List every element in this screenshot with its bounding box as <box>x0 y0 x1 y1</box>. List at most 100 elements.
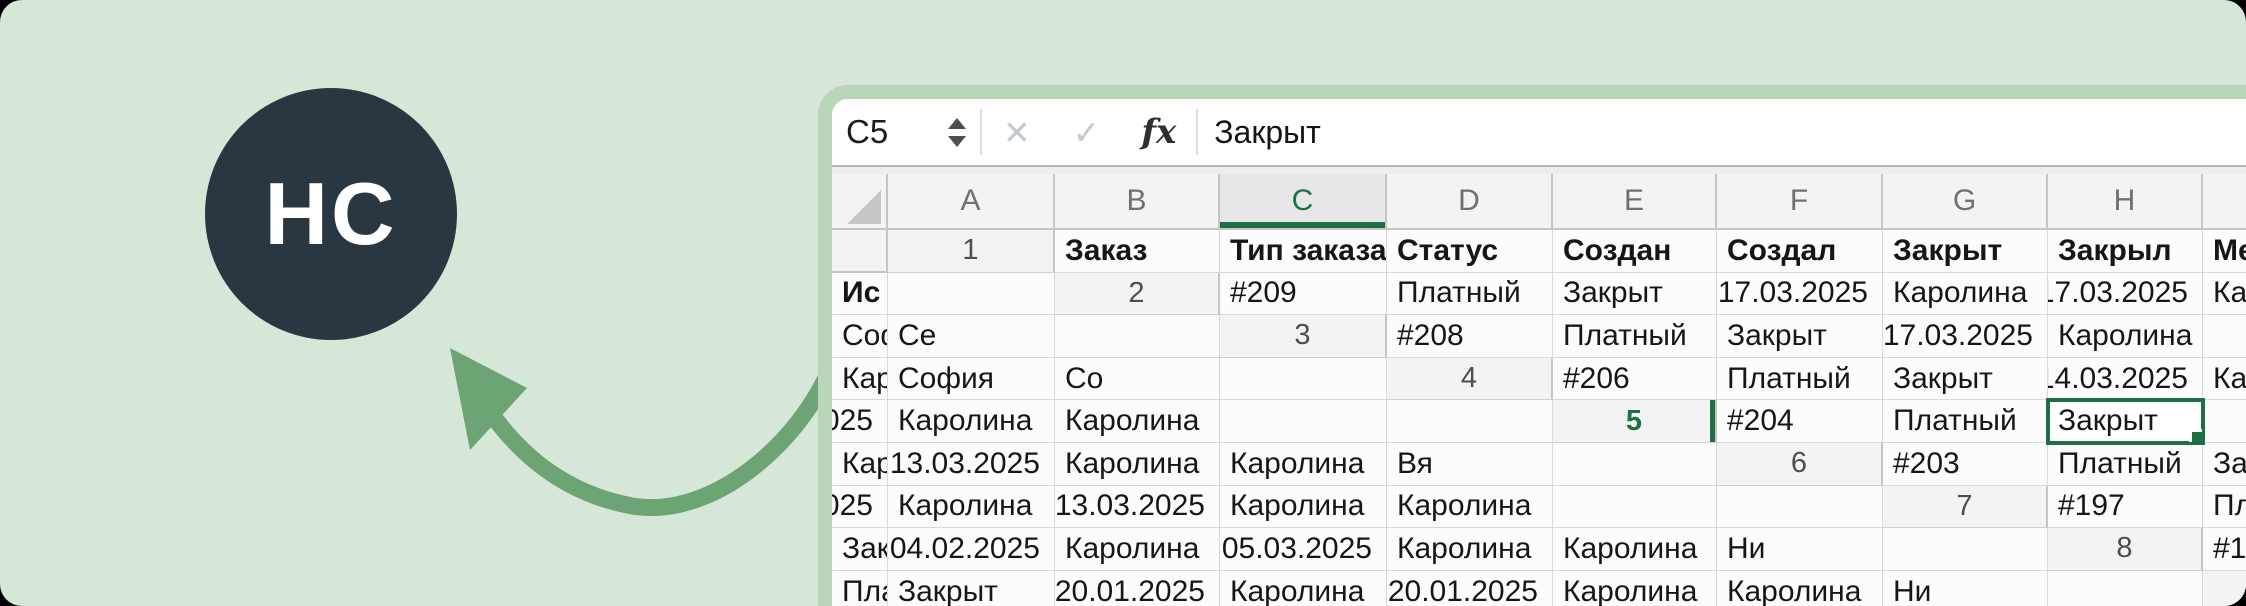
cell-F3[interactable]: 17.03.2025 <box>2203 315 2246 358</box>
cell-A7[interactable]: #197 <box>2048 485 2203 529</box>
cell-B5[interactable]: Платный <box>1883 400 2048 443</box>
cell-C7[interactable]: Закрыт <box>832 528 888 571</box>
cell-I1[interactable]: Ис <box>832 272 888 316</box>
cell-B3[interactable]: Платный <box>1553 315 1717 358</box>
name-box-spinner[interactable] <box>946 117 968 147</box>
cell-C1[interactable]: Статус <box>1387 230 1553 273</box>
cell-F5[interactable]: 13.03.2025 <box>888 442 1055 486</box>
cell-I5[interactable]: Вя <box>1387 442 1553 486</box>
cell-D3[interactable]: 17.03.2025 <box>1883 315 2048 358</box>
row-header-7[interactable]: 7 <box>1883 485 2048 529</box>
cell-I6[interactable] <box>1553 485 1717 529</box>
cell-E2[interactable]: Каролина <box>1883 272 2048 316</box>
row-header-6[interactable]: 6 <box>1717 442 1883 486</box>
cell-B4[interactable]: Платный <box>1717 357 1883 401</box>
cell-C4[interactable]: Закрыт <box>1883 357 2048 401</box>
cell-D8[interactable]: 20.01.2025 <box>1055 570 1220 606</box>
cell-B7[interactable]: Платный <box>2203 485 2246 529</box>
column-header-F[interactable]: F <box>1717 174 1883 230</box>
cell-E6[interactable]: Каролина <box>888 485 1055 529</box>
cell-G5[interactable]: Каролина <box>1055 442 1220 486</box>
cell-D5[interactable]: 13.03.2025 <box>2203 400 2246 443</box>
cell-B2[interactable]: Платный <box>1387 272 1553 316</box>
cell-B8[interactable]: Платный <box>832 570 888 606</box>
insert-function-icon[interactable]: fx <box>1121 112 1196 152</box>
cell-I4[interactable] <box>1220 400 1387 443</box>
cell-E8[interactable]: Каролина <box>1220 570 1387 606</box>
cell-G8[interactable]: Каролина <box>1553 570 1717 606</box>
cell-A5[interactable]: #204 <box>1717 400 1883 443</box>
cell-I7[interactable]: Ни <box>1717 528 1883 571</box>
cell-E1[interactable]: Создал <box>1717 230 1883 273</box>
row-header-5[interactable]: 5 <box>1553 400 1717 443</box>
column-header-B[interactable]: B <box>1055 174 1220 230</box>
cell-E5[interactable]: Каролина <box>832 442 888 486</box>
cell-B1[interactable]: Тип заказа <box>1220 230 1387 273</box>
row-header-1[interactable]: 1 <box>888 230 1055 273</box>
cell-G2[interactable]: Каролина <box>2203 272 2246 316</box>
cell-G3[interactable]: Каролина <box>832 357 888 401</box>
cell-E3[interactable]: Каролина <box>2048 315 2203 358</box>
column-header-A[interactable]: A <box>888 174 1055 230</box>
cell-C5[interactable]: Закрыт <box>2046 398 2205 445</box>
cell-A2[interactable]: #209 <box>1220 272 1387 316</box>
cell-G6[interactable]: Каролина <box>1220 485 1387 529</box>
cell-A4[interactable]: #206 <box>1553 357 1717 401</box>
cell-D1[interactable]: Создан <box>1553 230 1717 273</box>
row-header-9[interactable]: 9 <box>2203 570 2246 606</box>
cell-D6[interactable]: 13.03.2025 <box>832 485 888 529</box>
column-header-I[interactable]: I <box>2203 174 2246 230</box>
cell-F4[interactable]: 14.03.2025 <box>832 400 888 443</box>
cell-I2[interactable]: Се <box>888 315 1055 358</box>
cell-F7[interactable]: 05.03.2025 <box>1220 528 1387 571</box>
cell-C2[interactable]: Закрыт <box>1553 272 1717 316</box>
cancel-icon[interactable]: ✕ <box>982 113 1052 152</box>
cell-H3[interactable]: София <box>888 357 1055 401</box>
cell-A1[interactable]: Заказ <box>1055 230 1220 273</box>
spinner-down-icon[interactable] <box>948 135 966 147</box>
cell-H5[interactable]: Каролина <box>1220 442 1387 486</box>
cell-H7[interactable]: Каролина <box>1553 528 1717 571</box>
cell-A3[interactable]: #208 <box>1387 315 1553 358</box>
cell-C3[interactable]: Закрыт <box>1717 315 1883 358</box>
cell-A8[interactable]: #188 <box>2203 528 2246 571</box>
cell-A6[interactable]: #203 <box>1883 442 2048 486</box>
cell-F1[interactable]: Закрыт <box>1883 230 2048 273</box>
column-header-E[interactable]: E <box>1553 174 1717 230</box>
cell-D7[interactable]: 04.02.2025 <box>888 528 1055 571</box>
confirm-icon[interactable]: ✓ <box>1052 113 1122 152</box>
cell-H2[interactable]: София <box>832 315 888 358</box>
column-header-H[interactable]: H <box>2048 174 2203 230</box>
select-all-button[interactable] <box>832 174 888 230</box>
cell-G7[interactable]: Каролина <box>1387 528 1553 571</box>
cell-G4[interactable]: Каролина <box>888 400 1055 443</box>
column-header-D[interactable]: D <box>1387 174 1553 230</box>
cell-H1[interactable]: Менеджер <box>2203 230 2246 273</box>
column-header-G[interactable]: G <box>1883 174 2048 230</box>
cell-G1[interactable]: Закрыл <box>2048 230 2203 273</box>
cell-I8[interactable]: Ни <box>1883 570 2048 606</box>
cell-D2[interactable]: 17.03.2025 <box>1717 272 1883 316</box>
formula-bar-input[interactable]: Закрыт <box>1198 114 1321 151</box>
cell-E4[interactable]: Каролина <box>2203 357 2246 401</box>
column-header-C[interactable]: C <box>1220 174 1387 230</box>
cell-F6[interactable]: 13.03.2025 <box>1055 485 1220 529</box>
cell-name-box[interactable]: C5 <box>832 113 946 151</box>
cell-D4[interactable]: 14.03.2025 <box>2048 357 2203 401</box>
cell-F8[interactable]: 20.01.2025 <box>1387 570 1553 606</box>
cell-F2[interactable]: 17.03.2025 <box>2048 272 2203 316</box>
cell-C8[interactable]: Закрыт <box>888 570 1055 606</box>
spinner-up-icon[interactable] <box>948 117 966 129</box>
cell-H4[interactable]: Каролина <box>1055 400 1220 443</box>
row-header-8[interactable]: 8 <box>2048 528 2203 571</box>
cell-B6[interactable]: Платный <box>2048 442 2203 486</box>
cell-H8[interactable]: Каролина <box>1717 570 1883 606</box>
cell-I3[interactable]: Со <box>1055 357 1220 401</box>
cell-filler-3 <box>1220 357 1387 401</box>
cell-E7[interactable]: Каролина <box>1055 528 1220 571</box>
row-header-3[interactable]: 3 <box>1220 315 1387 358</box>
cell-C6[interactable]: Закрыт <box>2203 442 2246 486</box>
row-header-2[interactable]: 2 <box>1055 272 1220 316</box>
cell-H6[interactable]: Каролина <box>1387 485 1553 529</box>
row-header-4[interactable]: 4 <box>1387 357 1553 401</box>
